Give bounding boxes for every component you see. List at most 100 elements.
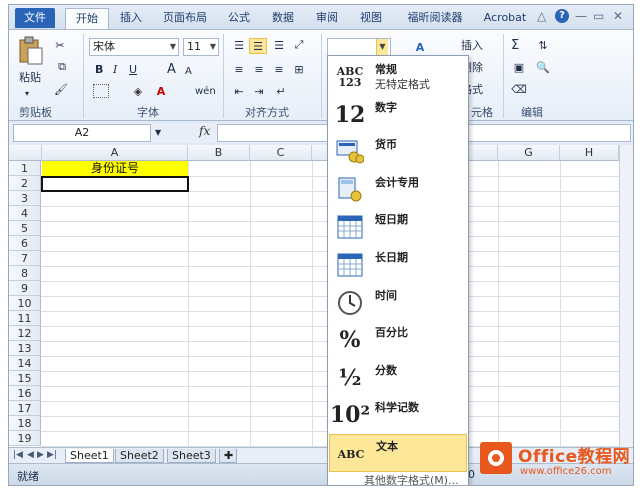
- tab-data[interactable]: 数据: [265, 8, 301, 29]
- paste-dropdown-icon[interactable]: ▾: [25, 86, 29, 102]
- tab-review[interactable]: 审阅: [309, 8, 345, 29]
- minimize-icon[interactable]: —: [575, 9, 587, 23]
- vertical-scrollbar[interactable]: [619, 145, 633, 447]
- insert-function-icon[interactable]: fx: [199, 124, 210, 138]
- number-format-option[interactable]: ABC 文本: [329, 434, 467, 472]
- number-format-option[interactable]: 10² 科学记数: [329, 396, 467, 434]
- format-painter-icon[interactable]: 🖌: [53, 82, 69, 96]
- row-header[interactable]: 15: [9, 371, 41, 386]
- align-center-icon[interactable]: ≡: [251, 62, 267, 76]
- row-header[interactable]: 12: [9, 326, 41, 341]
- fill-color-icon[interactable]: ◈: [129, 84, 147, 98]
- row-header[interactable]: 19: [9, 431, 41, 446]
- font-name-combo[interactable]: 宋体 ▼: [89, 38, 179, 56]
- collapse-ribbon-icon[interactable]: △: [537, 9, 546, 23]
- last-sheet-icon[interactable]: ▶|: [47, 450, 57, 460]
- align-left-icon[interactable]: ≡: [231, 62, 247, 76]
- row-header[interactable]: 11: [9, 311, 41, 326]
- select-all-corner[interactable]: [9, 145, 42, 161]
- font-color-icon[interactable]: A: [153, 84, 169, 98]
- sheet-tab-1[interactable]: Sheet1: [65, 449, 114, 463]
- name-box-dropdown-icon[interactable]: ▼: [155, 125, 161, 141]
- fill-icon[interactable]: ▣: [511, 60, 527, 74]
- align-top-icon[interactable]: ☰: [231, 38, 247, 52]
- sheet-tab-2[interactable]: Sheet2: [115, 449, 164, 463]
- font-size-combo[interactable]: 11 ▼: [183, 38, 219, 56]
- shrink-font-button[interactable]: A: [185, 64, 192, 80]
- number-format-option[interactable]: 会计专用: [329, 171, 467, 209]
- copy-icon[interactable]: ⧉: [53, 60, 71, 74]
- number-format-option[interactable]: 时间: [329, 284, 467, 322]
- column-header-g[interactable]: G: [498, 145, 560, 161]
- close-icon[interactable]: ✕: [613, 9, 623, 23]
- clear-icon[interactable]: ⌫: [511, 82, 527, 96]
- number-format-option[interactable]: 短日期: [329, 208, 467, 246]
- row-header[interactable]: 6: [9, 236, 41, 251]
- italic-button[interactable]: I: [113, 62, 117, 78]
- next-sheet-icon[interactable]: ▶: [37, 450, 44, 460]
- row-header[interactable]: 16: [9, 386, 41, 401]
- column-header-h[interactable]: H: [560, 145, 619, 161]
- sort-filter-icon[interactable]: ⇅: [533, 38, 553, 52]
- number-format-option[interactable]: % 百分比: [329, 321, 467, 359]
- restore-icon[interactable]: ▭: [593, 9, 604, 23]
- column-header-c[interactable]: C: [250, 145, 312, 161]
- tab-acrobat[interactable]: Acrobat: [479, 8, 531, 29]
- row-header[interactable]: 4: [9, 206, 41, 221]
- merge-center-icon[interactable]: ⊞: [291, 62, 307, 76]
- number-format-option[interactable]: 货币: [329, 133, 467, 171]
- row-header[interactable]: 1: [9, 161, 41, 176]
- tab-page-layout[interactable]: 页面布局: [157, 8, 213, 29]
- column-header-a[interactable]: A: [42, 145, 188, 161]
- row-header[interactable]: 3: [9, 191, 41, 206]
- name-box[interactable]: A2: [13, 124, 151, 142]
- wrap-text-icon[interactable]: ↵: [271, 84, 291, 98]
- insert-cells-button[interactable]: 插入: [461, 38, 483, 54]
- tab-insert[interactable]: 插入: [113, 8, 149, 29]
- row-header[interactable]: 14: [9, 356, 41, 371]
- row-header[interactable]: 13: [9, 341, 41, 356]
- number-format-option[interactable]: ABC 123 常规 无特定格式: [329, 58, 467, 96]
- sheet-tab-3[interactable]: Sheet3: [167, 449, 216, 463]
- phonetic-guide-button[interactable]: wén: [195, 84, 216, 100]
- row-header[interactable]: 18: [9, 416, 41, 431]
- find-select-icon[interactable]: 🔍: [533, 60, 553, 74]
- grow-font-button[interactable]: A: [167, 62, 176, 78]
- cell-a2-active[interactable]: [41, 176, 189, 192]
- border-icon[interactable]: [93, 84, 109, 98]
- row-header[interactable]: 17: [9, 401, 41, 416]
- worksheet-grid[interactable]: A B C D E F G H 123456789101112131415161…: [9, 145, 633, 447]
- orientation-icon[interactable]: ⤢: [291, 38, 307, 52]
- number-format-option[interactable]: 12 数字: [329, 96, 467, 134]
- bold-button[interactable]: B: [95, 62, 103, 78]
- increase-indent-icon[interactable]: ⇥: [251, 84, 267, 98]
- row-header[interactable]: 7: [9, 251, 41, 266]
- insert-sheet-icon[interactable]: ✚: [219, 449, 237, 463]
- cell-a1[interactable]: 身份证号: [42, 161, 188, 176]
- first-sheet-icon[interactable]: |◀: [13, 450, 23, 460]
- number-format-option[interactable]: 长日期: [329, 246, 467, 284]
- underline-button[interactable]: U: [129, 62, 137, 78]
- align-middle-icon[interactable]: ☰: [249, 38, 267, 54]
- paste-label[interactable]: 粘贴: [19, 70, 41, 86]
- tab-view[interactable]: 视图: [353, 8, 389, 29]
- row-header[interactable]: 2: [9, 176, 41, 191]
- tab-formulas[interactable]: 公式: [221, 8, 257, 29]
- align-right-icon[interactable]: ≡: [271, 62, 287, 76]
- number-format-option[interactable]: ½ 分数: [329, 359, 467, 397]
- number-format-combo[interactable]: ▼: [327, 38, 391, 56]
- styles-icon[interactable]: A: [411, 38, 429, 56]
- chevron-down-icon[interactable]: ▼: [376, 39, 388, 55]
- column-header-b[interactable]: B: [188, 145, 250, 161]
- tab-foxit-reader[interactable]: 福昕阅读器: [399, 8, 471, 29]
- align-bottom-icon[interactable]: ☰: [271, 38, 287, 52]
- tab-file[interactable]: 文件: [15, 8, 55, 28]
- more-number-formats[interactable]: 其他数字格式(M)...: [364, 472, 459, 485]
- paste-icon[interactable]: [17, 36, 45, 66]
- autosum-button[interactable]: Σ: [511, 38, 519, 54]
- tab-home[interactable]: 开始: [65, 8, 109, 29]
- cut-icon[interactable]: ✂: [53, 38, 67, 52]
- help-icon[interactable]: ?: [555, 9, 569, 23]
- row-header[interactable]: 5: [9, 221, 41, 236]
- row-header[interactable]: 10: [9, 296, 41, 311]
